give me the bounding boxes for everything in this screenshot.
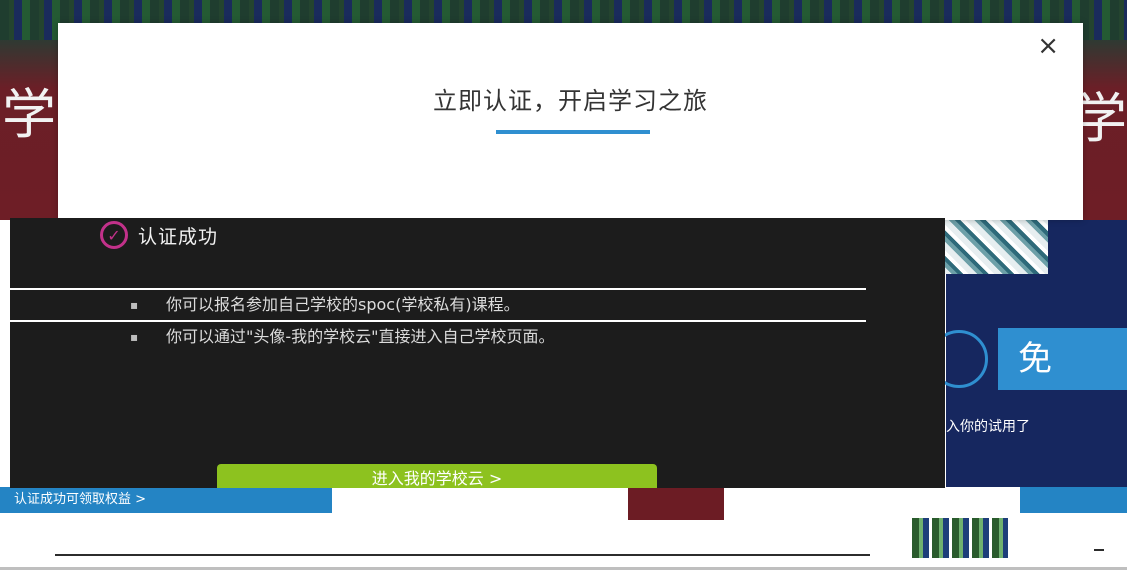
check-circle-icon: ✓	[100, 221, 128, 249]
divider-line	[55, 554, 870, 556]
bottom-right-strip	[1020, 487, 1127, 513]
list-item: 你可以通过"头像-我的学校云"直接进入自己学校页面。	[126, 322, 726, 352]
enter-school-cloud-button[interactable]: 进入我的学校云 >	[217, 464, 657, 488]
free-trial-button[interactable]: 免	[998, 328, 1127, 390]
trial-caption: 入你的试用了	[946, 419, 1030, 435]
benefit-list: 你可以报名参加自己学校的spoc(学校私有)课程。 你可以通过"头像-我的学校云…	[10, 288, 866, 352]
benefits-link[interactable]: 认证成功可领取权益 >	[0, 487, 332, 513]
panel-heading: 认证成功	[138, 225, 219, 248]
footer-thumbnail	[912, 518, 1008, 558]
close-icon[interactable]: ×	[1037, 31, 1059, 61]
page-root: 学 学 免 入你的试用了 认证成功可领取权益 > × 立即认证，开启学习之旅 ✓…	[0, 0, 1127, 576]
list-item: 你可以报名参加自己学校的spoc(学校私有)课程。	[10, 288, 866, 322]
panel-header: ✓ 认证成功	[100, 218, 218, 252]
footer-border	[0, 567, 1127, 570]
hero-char-left: 学	[2, 83, 56, 146]
modal-title: 立即认证，开启学习之旅	[433, 87, 708, 115]
success-panel: ✓ 认证成功 你可以报名参加自己学校的spoc(学校私有)课程。 你可以通过"头…	[10, 218, 945, 488]
divider-short	[1094, 549, 1104, 551]
title-underline	[496, 130, 650, 134]
verify-modal: × 立即认证，开启学习之旅	[58, 23, 1083, 220]
